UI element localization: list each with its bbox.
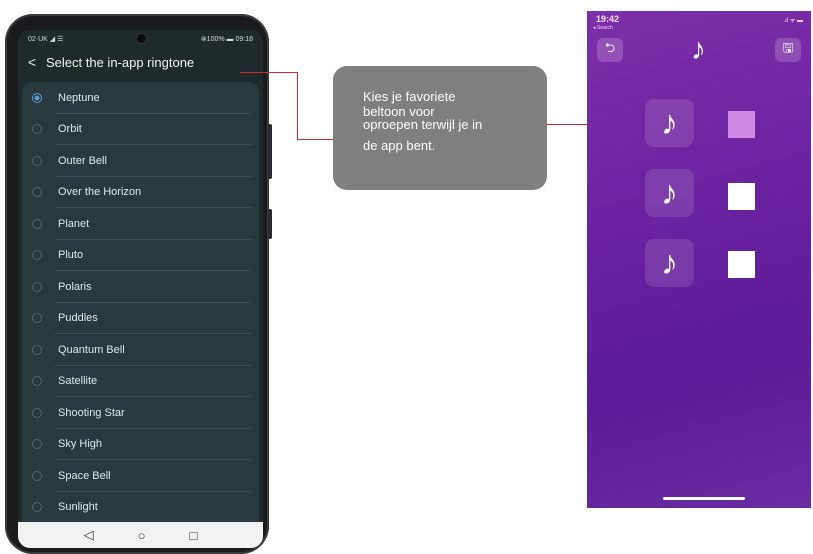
ios-clock: 19:42 bbox=[596, 14, 620, 24]
connector-line bbox=[297, 139, 334, 140]
ringtone-option[interactable]: Outer Bell bbox=[22, 145, 259, 177]
page-title: Select the in-app ringtone bbox=[46, 54, 195, 70]
ringtone-tile-music-note-icon[interactable]: ♪ bbox=[645, 169, 694, 217]
ringtone-option[interactable]: Quantum Bell bbox=[22, 334, 259, 366]
radio-button-icon[interactable] bbox=[32, 187, 42, 198]
callout-line: oproepen terwijl je in bbox=[363, 117, 483, 132]
radio-button-icon[interactable] bbox=[32, 155, 42, 166]
ringtone-select-checkbox[interactable] bbox=[728, 183, 755, 210]
ringtone-label: Puddles bbox=[58, 312, 98, 325]
radio-button-icon[interactable] bbox=[32, 407, 42, 418]
annotation-callout: Kies je favoriete beltoon voor oproepen … bbox=[333, 66, 547, 190]
ringtone-label: Sunlight bbox=[58, 501, 98, 514]
ringtone-label: Shooting Star bbox=[58, 406, 125, 419]
ringtone-label: Orbit bbox=[58, 123, 82, 136]
system-nav-bar: ◁ ○ □ bbox=[18, 522, 263, 548]
ringtone-tile-music-note-icon[interactable]: ♪ bbox=[645, 99, 694, 147]
radio-button-icon[interactable] bbox=[32, 250, 42, 261]
ios-back-to-search[interactable]: ◂ Search bbox=[593, 25, 613, 31]
ringtone-option[interactable]: Puddles bbox=[22, 303, 259, 334]
ringtone-select-checkbox[interactable] bbox=[728, 251, 755, 278]
radio-button-icon[interactable] bbox=[32, 92, 42, 103]
radio-button-icon[interactable] bbox=[32, 218, 42, 229]
status-bar: 02·UK ◢ ☰ ⊗100% ▬ 09:18 bbox=[18, 30, 263, 48]
radio-button-icon[interactable] bbox=[32, 376, 42, 387]
back-arrow-icon[interactable]: < bbox=[18, 54, 46, 70]
radio-button-icon[interactable] bbox=[32, 439, 42, 450]
ringtone-option[interactable]: Polaris bbox=[22, 271, 259, 303]
save-icon[interactable]: 🖫 bbox=[775, 38, 801, 62]
ringtone-label: Satellite bbox=[58, 375, 98, 388]
android-phone: 02·UK ◢ ☰ ⊗100% ▬ 09:18 < Select the in-… bbox=[5, 14, 272, 554]
radio-button-icon[interactable] bbox=[32, 344, 42, 355]
ringtone-label: Sky High bbox=[58, 438, 103, 451]
ringtone-label: Pluto bbox=[58, 249, 84, 262]
radio-button-icon[interactable] bbox=[32, 313, 42, 324]
ringtone-label: Over the Horizon bbox=[58, 186, 142, 199]
ringtone-option[interactable]: Sky High bbox=[22, 429, 259, 460]
power-button bbox=[268, 209, 272, 239]
callout-line: de app bent. bbox=[363, 138, 436, 153]
ios-screen: 19:42 ◂ Search .ıl ᯤ ▬ ⮌ 🖫 ♪ ♪ ♪ ♪ bbox=[587, 11, 811, 508]
front-camera bbox=[136, 34, 146, 43]
music-note-icon: ♪ bbox=[691, 33, 706, 66]
ringtone-label: Space Bell bbox=[58, 469, 111, 482]
ringtone-select-checkbox[interactable] bbox=[728, 111, 755, 138]
ringtone-option[interactable]: Satellite bbox=[22, 366, 259, 397]
ringtone-label: Planet bbox=[58, 217, 90, 230]
radio-button-icon[interactable] bbox=[32, 502, 42, 513]
android-screen: 02·UK ◢ ☰ ⊗100% ▬ 09:18 < Select the in-… bbox=[18, 30, 263, 548]
connector-line bbox=[297, 72, 298, 140]
callout-line: Kies je favoriete bbox=[363, 89, 456, 104]
status-right: ⊗100% ▬ 09:18 bbox=[200, 36, 253, 43]
radio-button-icon[interactable] bbox=[32, 470, 42, 481]
connector-line bbox=[240, 72, 298, 73]
ringtone-option[interactable]: Neptune bbox=[22, 82, 259, 114]
ringtone-option[interactable]: Space Bell bbox=[22, 460, 259, 492]
ringtone-option[interactable]: Sunlight bbox=[22, 492, 259, 523]
nav-home-icon[interactable]: ○ bbox=[138, 528, 146, 543]
ringtone-option[interactable]: Pluto bbox=[22, 240, 259, 271]
ringtone-option[interactable]: Over the Horizon bbox=[22, 177, 259, 208]
nav-back-icon[interactable]: ◁ bbox=[84, 527, 94, 543]
ringtone-option[interactable]: Planet bbox=[22, 208, 259, 240]
radio-button-icon[interactable] bbox=[32, 124, 42, 135]
app-bar: < Select the in-app ringtone bbox=[18, 48, 263, 76]
home-indicator bbox=[663, 497, 745, 500]
radio-button-icon[interactable] bbox=[32, 281, 42, 292]
status-left: 02·UK ◢ ☰ bbox=[28, 36, 64, 43]
ringtone-label: Quantum Bell bbox=[58, 343, 125, 356]
ringtone-option[interactable]: Orbit bbox=[22, 114, 259, 145]
volume-button bbox=[268, 124, 272, 179]
ringtone-label: Outer Bell bbox=[58, 154, 107, 167]
ios-status-icons: .ıl ᯤ ▬ bbox=[783, 18, 803, 24]
undo-back-icon[interactable]: ⮌ bbox=[597, 38, 623, 62]
ringtone-list: Neptune Orbit Outer Bell Over the Horizon Pl… bbox=[22, 82, 259, 548]
ringtone-label: Polaris bbox=[58, 280, 92, 293]
ringtone-label: Neptune bbox=[58, 91, 100, 104]
nav-recents-icon[interactable]: □ bbox=[190, 528, 198, 543]
ringtone-tile-music-note-icon[interactable]: ♪ bbox=[645, 239, 694, 287]
ringtone-option[interactable]: Shooting Star bbox=[22, 397, 259, 429]
